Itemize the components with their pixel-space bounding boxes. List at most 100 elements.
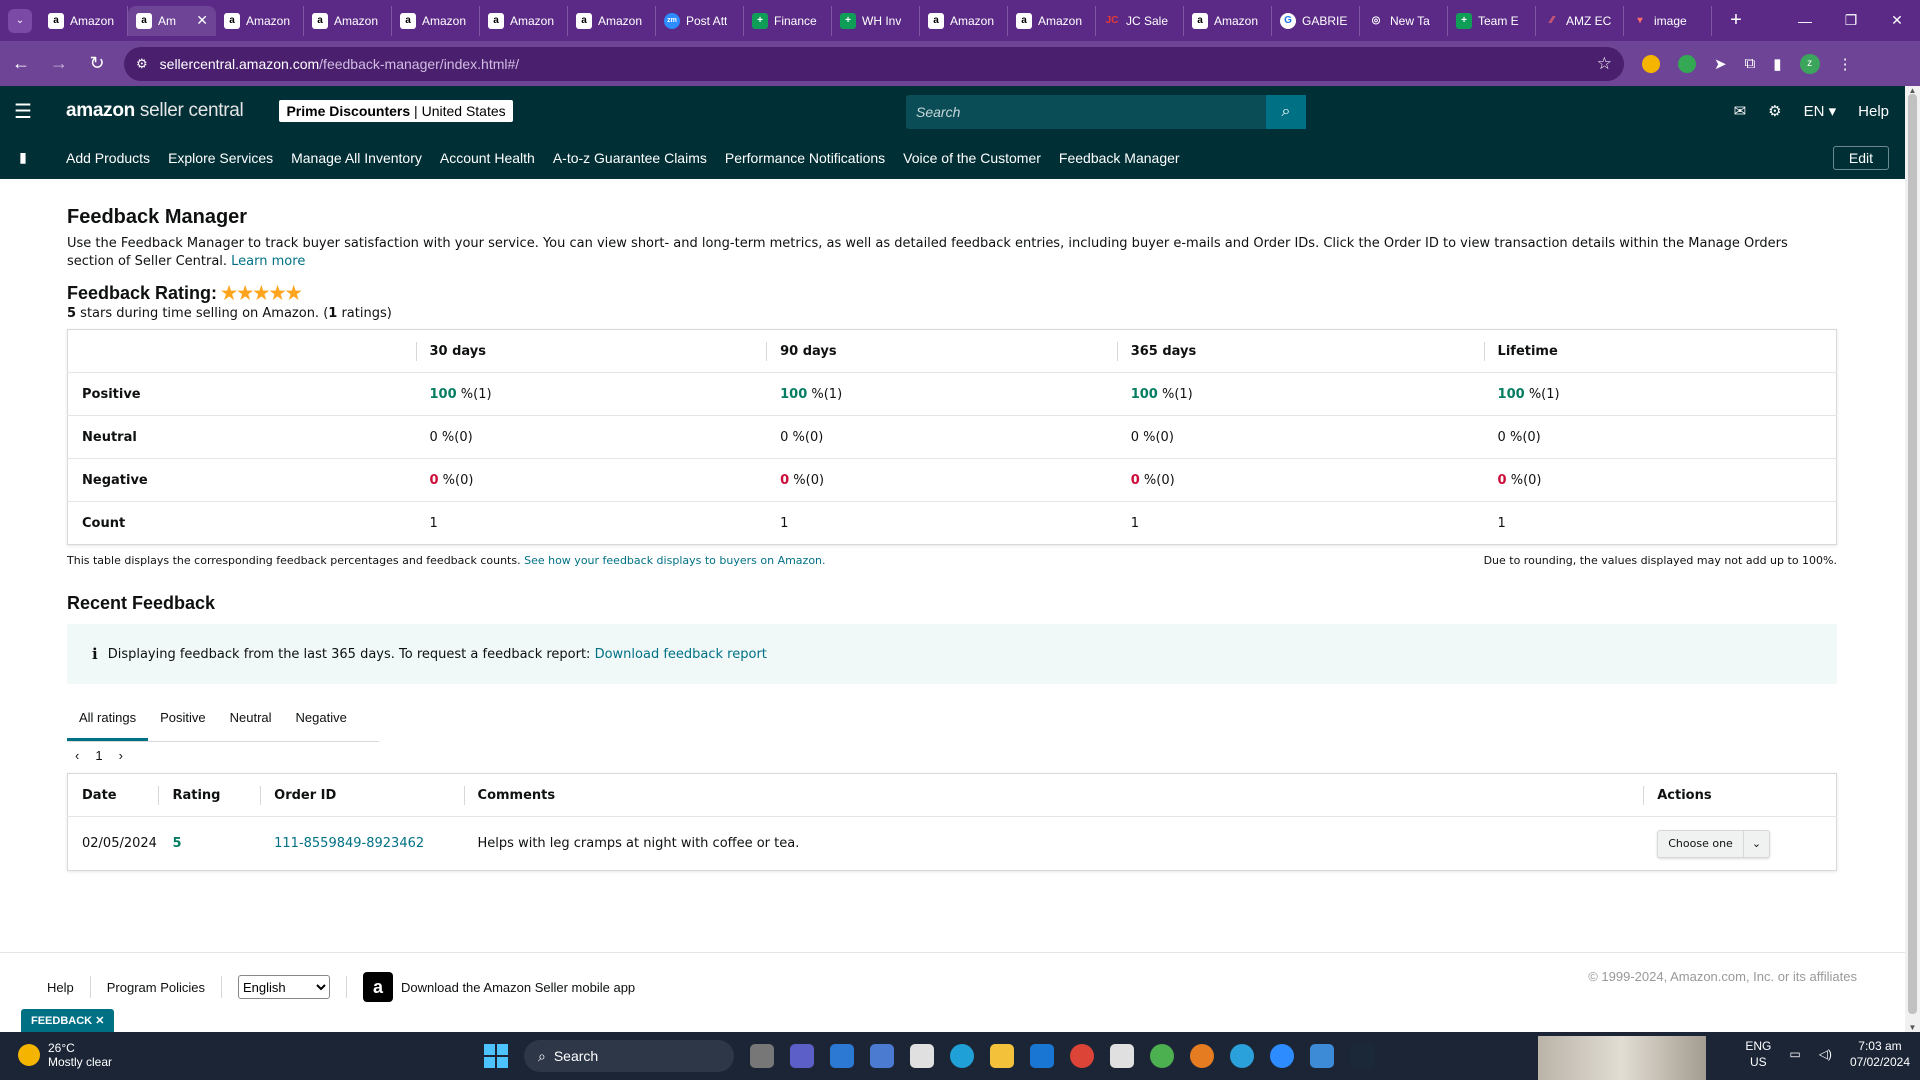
browser-tab[interactable]: + Team E xyxy=(1448,5,1536,36)
minimize-icon[interactable]: — xyxy=(1782,0,1828,41)
tab-negative[interactable]: Negative xyxy=(284,702,359,741)
browser-tab[interactable]: a Amazon xyxy=(920,5,1008,36)
volume-icon[interactable]: ◁) xyxy=(1819,1046,1832,1062)
scroll-thumb[interactable] xyxy=(1908,94,1917,1014)
app-icon[interactable] xyxy=(910,1044,934,1068)
forward-icon[interactable]: → xyxy=(42,47,76,81)
browser-tab[interactable]: JC JC Sale xyxy=(1096,5,1184,36)
mail-icon[interactable]: ✉ xyxy=(1734,102,1747,120)
footer-help-link[interactable]: Help xyxy=(47,980,74,995)
seller-central-logo[interactable]: amazon seller central xyxy=(66,100,244,122)
app-icon[interactable] xyxy=(1110,1044,1134,1068)
close-window-icon[interactable]: ✕ xyxy=(1874,0,1920,41)
amazon-app-icon[interactable]: a xyxy=(363,972,394,1002)
tab-search-button[interactable]: ⌄ xyxy=(8,8,32,33)
nav-link[interactable]: Feedback Manager xyxy=(1059,150,1180,166)
chrome-icon[interactable] xyxy=(1150,1044,1174,1068)
browser-tab[interactable]: a Amazon xyxy=(40,5,128,36)
nav-link[interactable]: Account Health xyxy=(440,150,535,166)
browser-tab[interactable]: + Finance xyxy=(744,5,832,36)
menu-dots-icon[interactable]: ⋮ xyxy=(1838,55,1853,73)
bookmark-icon[interactable]: ▮ xyxy=(0,149,46,166)
hamburger-menu-icon[interactable]: ☰ xyxy=(0,99,46,124)
browser-tab[interactable]: ⁄⁄ AMZ EC xyxy=(1536,5,1624,36)
app-icon[interactable] xyxy=(870,1044,894,1068)
edge-icon[interactable] xyxy=(950,1044,974,1068)
sidepanel-icon[interactable]: ▮ xyxy=(1773,55,1781,73)
browser-tab[interactable]: zm Post Att xyxy=(656,5,744,36)
extension-icon[interactable] xyxy=(1678,54,1696,73)
notepad-icon[interactable] xyxy=(1310,1044,1334,1068)
chrome-icon[interactable] xyxy=(1070,1044,1094,1068)
back-icon[interactable]: ← xyxy=(4,47,38,81)
nav-link[interactable]: Performance Notifications xyxy=(725,150,885,166)
see-feedback-link[interactable]: See how your feedback displays to buyers… xyxy=(524,554,825,567)
nav-link[interactable]: Voice of the Customer xyxy=(903,150,1041,166)
site-info-icon[interactable]: ⚙ xyxy=(136,56,148,72)
browser-tab[interactable]: ◎ New Ta xyxy=(1360,5,1448,36)
chevron-right-icon[interactable]: › xyxy=(119,748,123,763)
browser-tab[interactable]: a Amazon xyxy=(568,5,656,36)
nav-link[interactable]: Manage All Inventory xyxy=(291,150,422,166)
file-explorer-icon[interactable] xyxy=(990,1044,1014,1068)
nav-link[interactable]: Explore Services xyxy=(168,150,273,166)
new-tab-button[interactable]: + xyxy=(1722,9,1750,32)
browser-tab[interactable]: a Amazon xyxy=(1008,5,1096,36)
browser-tab[interactable]: a Amazon xyxy=(480,5,568,36)
feedback-widget-tab[interactable]: FEEDBACK ✕ xyxy=(21,1009,115,1032)
chrome-icon[interactable] xyxy=(1190,1044,1214,1068)
telegram-icon[interactable] xyxy=(1230,1044,1254,1068)
address-bar[interactable]: ⚙ sellercentral.amazon.com/feedback-mana… xyxy=(124,46,1624,81)
program-policies-link[interactable]: Program Policies xyxy=(107,980,205,995)
close-tab-icon[interactable]: ✕ xyxy=(196,12,208,29)
nav-link[interactable]: A-to-z Guarantee Claims xyxy=(553,150,707,166)
actions-dropdown[interactable]: Choose one ⌄ xyxy=(1657,829,1771,858)
download-app-link[interactable]: Download the Amazon Seller mobile app xyxy=(401,980,635,995)
tab-positive[interactable]: Positive xyxy=(148,702,218,741)
edit-nav-button[interactable]: Edit xyxy=(1832,146,1889,170)
page-scrollbar[interactable]: ▲ ▼ xyxy=(1905,86,1920,1032)
browser-tab[interactable]: a Amazon xyxy=(1184,5,1272,36)
zoom-icon[interactable] xyxy=(1270,1044,1294,1068)
help-link[interactable]: Help xyxy=(1858,103,1889,120)
task-view-icon[interactable] xyxy=(750,1044,774,1068)
weather-widget[interactable]: 26°C Mostly clear xyxy=(18,1041,112,1069)
tab-all-ratings[interactable]: All ratings xyxy=(67,702,149,741)
gear-icon[interactable]: ⚙ xyxy=(1768,102,1781,120)
tab-neutral[interactable]: Neutral xyxy=(218,702,284,741)
search-button[interactable]: ⌕ xyxy=(1266,95,1306,129)
steam-icon[interactable] xyxy=(1350,1044,1374,1068)
browser-tab[interactable]: ▾ image xyxy=(1624,5,1712,36)
teams-icon[interactable] xyxy=(790,1044,814,1068)
clock[interactable]: 7:03 am 07/02/2024 xyxy=(1850,1038,1910,1070)
browser-tab[interactable]: G GABRIE xyxy=(1272,5,1360,36)
store-switcher[interactable]: Prime Discounters | United States xyxy=(279,100,513,122)
input-language[interactable]: ENG US xyxy=(1745,1038,1771,1070)
reload-icon[interactable]: ↻ xyxy=(80,47,114,81)
extension-arrow-icon[interactable]: ➤ xyxy=(1714,55,1727,73)
scroll-down-icon[interactable]: ▼ xyxy=(1905,1023,1920,1032)
browser-tab[interactable]: + WH Inv xyxy=(832,5,920,36)
network-icon[interactable]: ▭ xyxy=(1789,1046,1800,1062)
extension-icon[interactable] xyxy=(1642,54,1660,73)
window-preview-thumbnail[interactable] xyxy=(1538,1036,1706,1080)
order-id-link[interactable]: 111-8559849-8923462 xyxy=(274,836,424,851)
page-number[interactable]: 1 xyxy=(95,748,102,763)
puzzle-icon[interactable]: ⧉ xyxy=(1745,55,1756,72)
search-input[interactable]: Search xyxy=(906,95,1266,129)
store-icon[interactable] xyxy=(830,1044,854,1068)
browser-tab[interactable]: a Amazon xyxy=(392,5,480,36)
nav-link[interactable]: Add Products xyxy=(66,150,150,166)
browser-tab[interactable]: a Amazon xyxy=(216,5,304,36)
profile-avatar[interactable]: z xyxy=(1799,53,1820,74)
mail-icon[interactable] xyxy=(1030,1044,1054,1068)
windows-start-icon[interactable] xyxy=(484,1044,508,1068)
download-report-link[interactable]: Download feedback report xyxy=(595,647,767,662)
taskbar-search[interactable]: ⌕ Search xyxy=(524,1040,734,1072)
restore-icon[interactable]: ❐ xyxy=(1828,0,1874,41)
language-select[interactable]: English xyxy=(238,975,331,999)
bookmark-star-icon[interactable]: ☆ xyxy=(1597,54,1612,74)
browser-tab[interactable]: a Am ✕ xyxy=(128,5,216,36)
chevron-down-icon[interactable]: ⌄ xyxy=(1742,829,1769,858)
language-selector[interactable]: EN ▾ xyxy=(1804,102,1837,120)
